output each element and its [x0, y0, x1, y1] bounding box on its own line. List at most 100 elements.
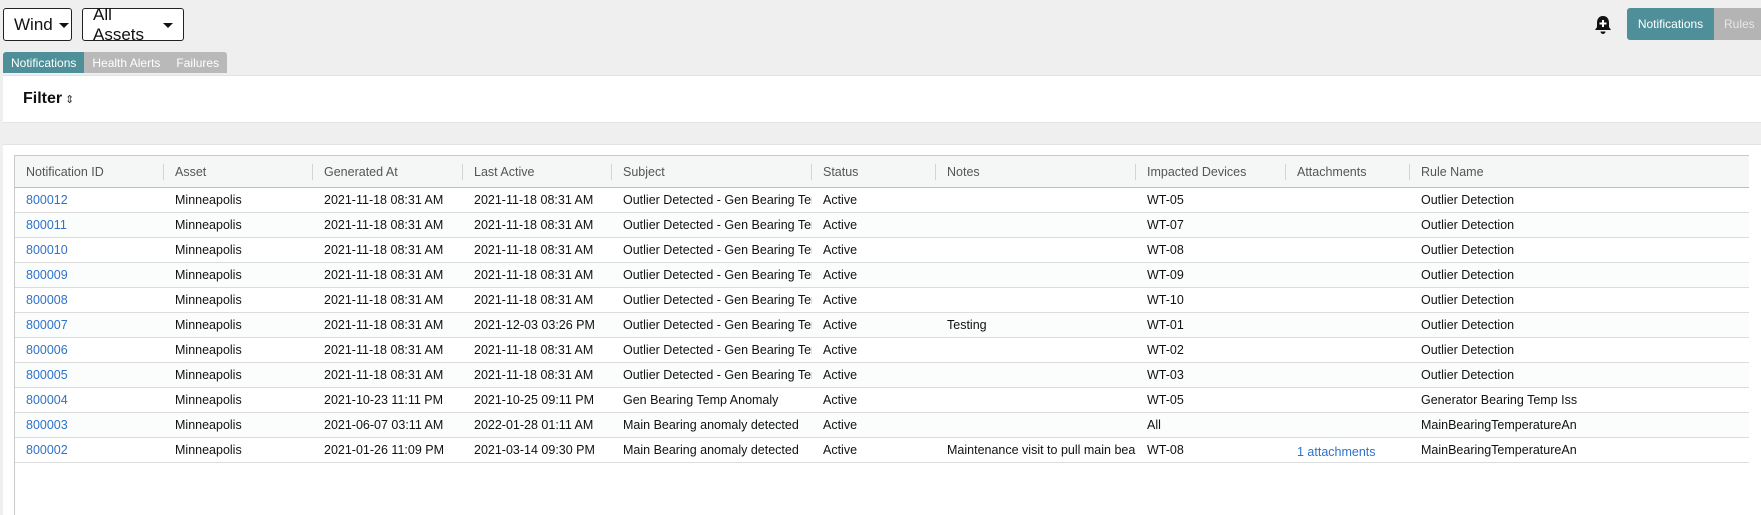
- last-active-cell: 2021-11-18 08:31 AM: [474, 268, 594, 282]
- rule-name-cell: Generator Bearing Temp Iss: [1421, 393, 1578, 407]
- impacted-devices-cell: WT-10: [1147, 293, 1184, 307]
- status-cell: Active: [823, 243, 858, 257]
- subject-cell: Main Bearing anomaly detected: [623, 418, 799, 432]
- rule-name-cell: Outlier Detection: [1421, 218, 1515, 232]
- column-header-rule-name[interactable]: Rule Name: [1410, 156, 1749, 188]
- column-header-impacted-devices[interactable]: Impacted Devices: [1136, 156, 1286, 188]
- impacted-devices-cell: WT-02: [1147, 343, 1184, 357]
- asset-cell: Minneapolis: [175, 293, 242, 307]
- asset-cell: Minneapolis: [175, 443, 242, 457]
- notification-id-cell[interactable]: 800005: [15, 363, 164, 387]
- asset-select[interactable]: All Assets: [82, 5, 184, 44]
- table-row[interactable]: 800008 Minneapolis 2021-11-18 08:31 AM 2021…: [15, 288, 1749, 313]
- column-header-asset[interactable]: Asset: [164, 156, 313, 188]
- notification-id-cell[interactable]: 800008: [15, 288, 164, 312]
- table-row[interactable]: 800006 Minneapolis 2021-11-18 08:31 AM 2021…: [15, 338, 1749, 363]
- table-row[interactable]: 800010 Minneapolis 2021-11-18 08:31 AM 2021…: [15, 238, 1749, 263]
- notifications-toggle-button[interactable]: Notifications: [1627, 8, 1714, 40]
- rules-toggle-button[interactable]: Rules: [1714, 8, 1761, 40]
- column-header-generated-at[interactable]: Generated At: [313, 156, 463, 188]
- subject-cell: Main Bearing anomaly detected: [623, 443, 799, 457]
- table-row[interactable]: 800009 Minneapolis 2021-11-18 08:31 AM 2021…: [15, 263, 1749, 288]
- notification-id-cell[interactable]: 800011: [15, 213, 164, 237]
- notification-id-cell[interactable]: 800007: [15, 313, 164, 337]
- subject-cell: Outlier Detected - Gen Bearing Temp: [623, 343, 812, 357]
- notes-cell: [936, 188, 1136, 212]
- subject-cell: Gen Bearing Temp Anomaly: [623, 393, 779, 407]
- last-active-cell: 2021-11-18 08:31 AM: [474, 293, 594, 307]
- impacted-devices-cell: All: [1147, 418, 1161, 432]
- attachments-cell: [1286, 338, 1410, 362]
- rule-name-cell: Outlier Detection: [1421, 318, 1515, 332]
- status-cell: Active: [823, 218, 858, 232]
- column-header-attachments[interactable]: Attachments: [1286, 156, 1410, 188]
- attachments-cell: [1286, 213, 1410, 237]
- notes-cell: [936, 338, 1136, 362]
- generated-at-cell: 2021-06-07 03:11 AM: [324, 418, 444, 432]
- table-row[interactable]: 800005 Minneapolis 2021-11-18 08:31 AM 2021…: [15, 363, 1749, 388]
- asset-cell: Minneapolis: [175, 218, 242, 232]
- filter-toggle[interactable]: Filter ⇕: [23, 90, 74, 108]
- table-row[interactable]: 800003 Minneapolis 2021-06-07 03:11 AM 2022…: [15, 413, 1749, 438]
- impacted-devices-cell: WT-09: [1147, 268, 1184, 282]
- notes-cell: [936, 238, 1136, 262]
- notifications-table-panel: Notification ID Asset Generated At Last Act…: [3, 144, 1761, 515]
- column-header-last-active[interactable]: Last Active: [463, 156, 612, 188]
- table-row[interactable]: 800002 Minneapolis 2021-01-26 11:09 PM 2021…: [15, 438, 1749, 463]
- generated-at-cell: 2021-10-23 11:11 PM: [324, 393, 444, 407]
- last-active-cell: 2021-11-18 08:31 AM: [474, 343, 594, 357]
- notification-id-cell[interactable]: 800006: [15, 338, 164, 362]
- table-row[interactable]: 800011 Minneapolis 2021-11-18 08:31 AM 2021…: [15, 213, 1749, 238]
- notification-id-cell[interactable]: 800004: [15, 388, 164, 412]
- notes-cell: [936, 413, 1136, 437]
- generated-at-cell: 2021-11-18 08:31 AM: [324, 268, 444, 282]
- domain-select-label: Wind: [14, 14, 53, 34]
- generated-at-cell: 2021-11-18 08:31 AM: [324, 193, 444, 207]
- generated-at-cell: 2021-01-26 11:09 PM: [324, 443, 444, 457]
- rule-name-cell: Outlier Detection: [1421, 268, 1515, 282]
- status-cell: Active: [823, 293, 858, 307]
- notification-id-cell[interactable]: 800009: [15, 263, 164, 287]
- impacted-devices-cell: WT-05: [1147, 193, 1184, 207]
- notification-id-cell[interactable]: 800003: [15, 413, 164, 437]
- generated-at-cell: 2021-11-18 08:31 AM: [324, 243, 444, 257]
- column-header-notes[interactable]: Notes: [936, 156, 1136, 188]
- asset-cell: Minneapolis: [175, 368, 242, 382]
- asset-cell: Minneapolis: [175, 318, 242, 332]
- notification-id-cell[interactable]: 800010: [15, 238, 164, 262]
- domain-select[interactable]: Wind: [3, 8, 72, 41]
- attachments-cell[interactable]: 1 attachments: [1286, 440, 1410, 464]
- subject-cell: Outlier Detected - Gen Bearing Temp: [623, 318, 812, 332]
- rule-name-cell: Outlier Detection: [1421, 293, 1515, 307]
- last-active-cell: 2021-11-18 08:31 AM: [474, 243, 594, 257]
- tab-notifications[interactable]: Notifications: [3, 52, 85, 73]
- asset-cell: Minneapolis: [175, 393, 242, 407]
- generated-at-cell: 2021-11-18 08:31 AM: [324, 218, 444, 232]
- column-header-status[interactable]: Status: [812, 156, 936, 188]
- table-header: Notification ID Asset Generated At Last Act…: [15, 156, 1749, 188]
- tab-health-alerts[interactable]: Health Alerts: [84, 52, 169, 73]
- rule-name-cell: Outlier Detection: [1421, 243, 1515, 257]
- column-header-notification-id[interactable]: Notification ID: [15, 156, 164, 188]
- notification-id-cell[interactable]: 800002: [15, 438, 164, 462]
- tab-bar: Notifications Health Alerts Failures: [3, 52, 228, 73]
- table-row[interactable]: 800007 Minneapolis 2021-11-18 08:31 AM 2021…: [15, 313, 1749, 338]
- column-header-subject[interactable]: Subject: [612, 156, 812, 188]
- tab-failures[interactable]: Failures: [168, 52, 228, 73]
- status-cell: Active: [823, 418, 858, 432]
- last-active-cell: 2021-12-03 03:26 PM: [474, 318, 595, 332]
- generated-at-cell: 2021-11-18 08:31 AM: [324, 368, 444, 382]
- rule-name-cell: MainBearingTemperatureAn: [1421, 418, 1577, 432]
- notification-id-cell[interactable]: 800012: [15, 188, 164, 212]
- asset-cell: Minneapolis: [175, 193, 242, 207]
- subject-cell: Outlier Detected - Gen Bearing Temp: [623, 268, 812, 282]
- generated-at-cell: 2021-11-18 08:31 AM: [324, 293, 444, 307]
- table-row[interactable]: 800004 Minneapolis 2021-10-23 11:11 PM 2021…: [15, 388, 1749, 413]
- table-row[interactable]: 800012 Minneapolis 2021-11-18 08:31 AM 2021…: [15, 188, 1749, 213]
- rule-name-cell: Outlier Detection: [1421, 368, 1515, 382]
- add-notification-bell-icon[interactable]: [1592, 14, 1614, 36]
- subject-cell: Outlier Detected - Gen Bearing Temp: [623, 193, 812, 207]
- last-active-cell: 2021-11-18 08:31 AM: [474, 193, 594, 207]
- caret-down-icon: [163, 23, 173, 28]
- attachments-cell: [1286, 288, 1410, 312]
